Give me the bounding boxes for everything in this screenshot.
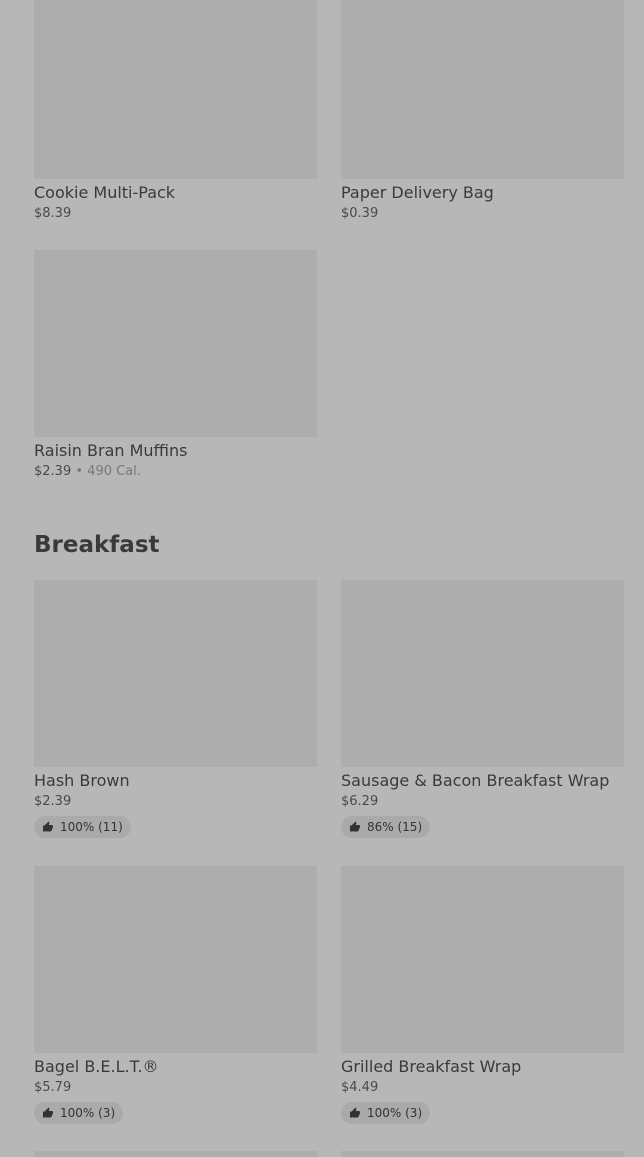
item-price: $6.29 <box>341 794 379 809</box>
menu-item-hash-brown[interactable]: Hash Brown $2.39 100% (11) <box>34 580 317 838</box>
item-image-placeholder[interactable] <box>341 1151 624 1157</box>
menu-item-sausage-bacon-breakfast-wrap[interactable]: Sausage & Bacon Breakfast Wrap $6.29 86%… <box>341 580 624 838</box>
item-image-placeholder[interactable] <box>34 1151 317 1157</box>
item-price: $2.39 <box>34 464 72 479</box>
item-name: Raisin Bran Muffins <box>34 441 188 460</box>
item-price-row: $0.39 <box>341 206 624 222</box>
item-name: Hash Brown <box>34 771 130 790</box>
rating-text: 100% (3) <box>367 1106 423 1120</box>
section-title-breakfast: Breakfast <box>34 532 160 558</box>
item-image-placeholder <box>34 866 317 1053</box>
menu-item-paper-delivery-bag[interactable]: Paper Delivery Bag $0.39 <box>341 0 624 222</box>
rating-badge: 100% (3) <box>341 1102 431 1124</box>
item-calories: 490 Cal. <box>87 464 141 479</box>
menu-page: Cookie Multi-Pack $8.39 Paper Delivery B… <box>0 0 644 1157</box>
item-price: $2.39 <box>34 794 72 809</box>
rating-badge: 100% (3) <box>34 1102 124 1124</box>
item-image-placeholder <box>341 0 624 179</box>
menu-item-cookie-multi-pack[interactable]: Cookie Multi-Pack $8.39 <box>34 0 317 222</box>
item-image-placeholder <box>341 866 624 1053</box>
item-image-placeholder <box>34 0 317 179</box>
rating-text: 100% (11) <box>60 820 123 834</box>
thumbs-up-icon <box>43 821 53 832</box>
menu-item-grilled-breakfast-wrap[interactable]: Grilled Breakfast Wrap $4.49 100% (3) <box>341 866 624 1124</box>
item-price-row: $5.79 <box>34 1080 317 1096</box>
rating-text: 86% (15) <box>367 820 423 834</box>
item-name: Bagel B.E.L.T.® <box>34 1057 159 1076</box>
item-price: $8.39 <box>34 206 72 221</box>
item-name: Sausage & Bacon Breakfast Wrap <box>341 771 610 790</box>
item-price-row: $2.39 • 490 Cal. <box>34 464 317 480</box>
rating-badge: 100% (11) <box>34 816 131 838</box>
rating-badge: 86% (15) <box>341 816 431 838</box>
item-name: Paper Delivery Bag <box>341 183 494 202</box>
item-price-row: $6.29 <box>341 794 624 810</box>
item-name: Grilled Breakfast Wrap <box>341 1057 522 1076</box>
menu-item-raisin-bran-muffins[interactable]: Raisin Bran Muffins $2.39 • 490 Cal. <box>34 250 317 480</box>
item-name: Cookie Multi-Pack <box>34 183 176 202</box>
item-price-row: $2.39 <box>34 794 317 810</box>
thumbs-up-icon <box>350 1107 360 1118</box>
item-image-placeholder <box>34 250 317 437</box>
menu-item-bagel-belt[interactable]: Bagel B.E.L.T.® $5.79 100% (3) <box>34 866 317 1124</box>
thumbs-up-icon <box>43 1107 53 1118</box>
item-price: $0.39 <box>341 206 379 221</box>
item-price: $4.49 <box>341 1080 379 1095</box>
item-price-row: $8.39 <box>34 206 317 222</box>
thumbs-up-icon <box>350 821 360 832</box>
item-price-row: $4.49 <box>341 1080 624 1096</box>
item-price: $5.79 <box>34 1080 72 1095</box>
separator-dot: • <box>75 464 84 479</box>
rating-text: 100% (3) <box>60 1106 116 1120</box>
item-image-placeholder <box>34 580 317 767</box>
item-image-placeholder <box>341 580 624 767</box>
